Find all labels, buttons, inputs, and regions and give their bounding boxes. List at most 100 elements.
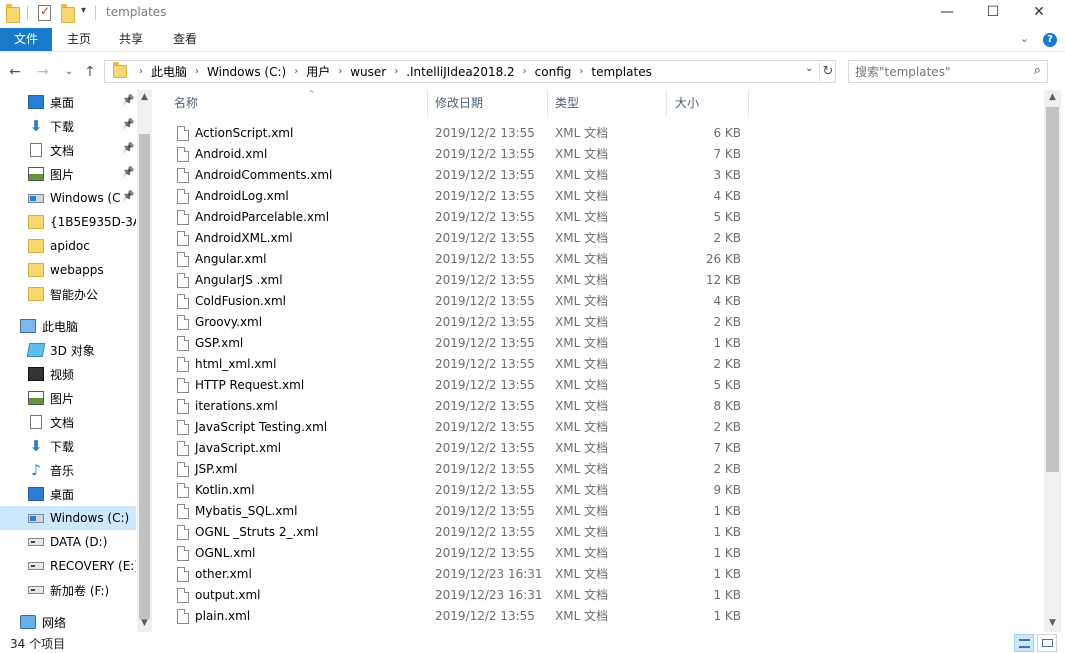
scroll-down-arrow[interactable]: ▼ bbox=[137, 618, 152, 628]
file-row[interactable]: Angular.xml 2019/12/2 13:55 XML 文档 26 KB bbox=[170, 249, 750, 270]
sidebar-item[interactable]: 桌面 bbox=[0, 482, 136, 506]
crumb-templates[interactable]: templates bbox=[587, 65, 655, 79]
file-row[interactable]: HTTP Request.xml 2019/12/2 13:55 XML 文档 5 K… bbox=[170, 375, 750, 396]
file-row[interactable]: AndroidXML.xml 2019/12/2 13:55 XML 文档 2 KB bbox=[170, 228, 750, 249]
file-row[interactable]: Mybatis_SQL.xml 2019/12/2 13:55 XML 文档 1 KB bbox=[170, 501, 750, 522]
tab-home[interactable]: 主页 bbox=[56, 28, 102, 51]
sidebar-item[interactable]: ⬇ 下载 📌 bbox=[0, 114, 136, 138]
details-view-button[interactable] bbox=[1014, 634, 1034, 652]
sidebar-item[interactable]: DATA (D:) bbox=[0, 530, 136, 554]
up-button[interactable]: ↑ bbox=[81, 62, 99, 82]
crumb-windows-c[interactable]: Windows (C:) bbox=[203, 65, 290, 79]
file-row[interactable]: JSP.xml 2019/12/2 13:55 XML 文档 2 KB bbox=[170, 459, 750, 480]
navigation-pane[interactable]: 桌面📌⬇下载📌文档📌图片📌Windows (C📌{1B5E935D-3ACapi… bbox=[0, 90, 152, 632]
sidebar-item[interactable]: ♪ 音乐 bbox=[0, 458, 136, 482]
sidebar-item[interactable]: 此电脑 bbox=[0, 314, 136, 338]
file-row[interactable]: ColdFusion.xml 2019/12/2 13:55 XML 文档 4 KB bbox=[170, 291, 750, 312]
scroll-down-arrow[interactable]: ▼ bbox=[1044, 618, 1061, 628]
file-row[interactable]: other.xml 2019/12/23 16:31 XML 文档 1 KB bbox=[170, 564, 750, 585]
large-icons-view-button[interactable] bbox=[1037, 634, 1057, 652]
breadcrumb-separator[interactable]: › bbox=[390, 66, 402, 77]
sidebar-item[interactable]: 图片 📌 bbox=[0, 162, 136, 186]
file-row[interactable]: AngularJS .xml 2019/12/2 13:55 XML 文档 12 KB bbox=[170, 270, 750, 291]
file-row[interactable]: JavaScript Testing.xml 2019/12/2 13:55 XML… bbox=[170, 417, 750, 438]
search-box[interactable]: ⌕ bbox=[848, 60, 1048, 83]
file-row[interactable]: html_xml.xml 2019/12/2 13:55 XML 文档 2 KB bbox=[170, 354, 750, 375]
address-bar[interactable]: › 此电脑 › Windows (C:) › 用户 › wuser › .Int… bbox=[104, 60, 836, 83]
help-icon[interactable]: ? bbox=[1043, 33, 1057, 47]
quick-access-dropdown-icon[interactable]: ▾ bbox=[81, 5, 86, 21]
breadcrumb-separator[interactable]: › bbox=[334, 66, 346, 77]
file-row[interactable]: Android.xml 2019/12/2 13:55 XML 文档 7 KB bbox=[170, 144, 750, 165]
file-row[interactable]: AndroidComments.xml 2019/12/2 13:55 XML 文档… bbox=[170, 165, 750, 186]
sidebar-item[interactable]: apidoc bbox=[0, 234, 136, 258]
back-button[interactable]: ← bbox=[6, 62, 24, 82]
nav-scrollbar-thumb[interactable] bbox=[139, 134, 150, 619]
file-row[interactable]: AndroidLog.xml 2019/12/2 13:55 XML 文档 4 KB bbox=[170, 186, 750, 207]
new-folder-icon[interactable] bbox=[61, 4, 75, 23]
sidebar-item[interactable]: 图片 bbox=[0, 386, 136, 410]
breadcrumb-separator[interactable]: › bbox=[575, 66, 587, 77]
nav-scrollbar[interactable]: ▲ ▼ bbox=[137, 90, 152, 632]
crumb-users[interactable]: 用户 bbox=[302, 63, 334, 80]
breadcrumb-separator[interactable]: › bbox=[290, 66, 302, 77]
search-icon[interactable]: ⌕ bbox=[1034, 63, 1041, 78]
search-input[interactable] bbox=[855, 64, 1025, 80]
breadcrumb-separator[interactable]: › bbox=[519, 66, 531, 77]
file-row[interactable]: plain.xml 2019/12/2 13:55 XML 文档 1 KB bbox=[170, 606, 750, 627]
file-row[interactable]: Kotlin.xml 2019/12/2 13:55 XML 文档 9 KB bbox=[170, 480, 750, 501]
tab-view[interactable]: 查看 bbox=[162, 28, 208, 51]
scroll-up-arrow[interactable]: ▲ bbox=[137, 92, 152, 102]
crumb-this-pc[interactable]: 此电脑 bbox=[147, 63, 191, 80]
file-row[interactable]: GSP.xml 2019/12/2 13:55 XML 文档 1 KB bbox=[170, 333, 750, 354]
close-button[interactable]: ✕ bbox=[1016, 0, 1062, 26]
column-header-size[interactable]: 大小 bbox=[669, 90, 749, 116]
sidebar-item[interactable]: RECOVERY (E:) bbox=[0, 554, 136, 578]
sidebar-item[interactable]: 文档 📌 bbox=[0, 138, 136, 162]
sidebar-item[interactable]: 新加卷 (F:) bbox=[0, 578, 136, 602]
sidebar-item[interactable]: ⬇ 下载 bbox=[0, 434, 136, 458]
recent-locations-button[interactable]: ⌄ bbox=[60, 62, 78, 82]
tab-file[interactable]: 文件 bbox=[0, 28, 52, 51]
file-row[interactable]: output.xml 2019/12/23 16:31 XML 文档 1 KB bbox=[170, 585, 750, 606]
scroll-up-arrow[interactable]: ▲ bbox=[1044, 92, 1061, 102]
sidebar-item[interactable]: webapps bbox=[0, 258, 136, 282]
file-row[interactable]: OGNL.xml 2019/12/2 13:55 XML 文档 1 KB bbox=[170, 543, 750, 564]
column-header-name[interactable]: ^ 名称 bbox=[168, 90, 428, 116]
minimize-button[interactable]: — bbox=[924, 0, 970, 26]
file-date: 2019/12/2 13:55 bbox=[435, 357, 535, 371]
sidebar-item[interactable]: 网络 bbox=[0, 610, 136, 632]
sidebar-item[interactable]: Windows (C 📌 bbox=[0, 186, 136, 210]
column-header-type[interactable]: 类型 bbox=[549, 90, 667, 116]
file-row[interactable]: AndroidParcelable.xml 2019/12/2 13:55 XML … bbox=[170, 207, 750, 228]
file-row[interactable]: Groovy.xml 2019/12/2 13:55 XML 文档 2 KB bbox=[170, 312, 750, 333]
maximize-button[interactable]: ☐ bbox=[970, 0, 1016, 26]
expand-ribbon-icon[interactable]: ⌄ bbox=[1020, 32, 1029, 45]
file-row[interactable]: OGNL _Struts 2_.xml 2019/12/2 13:55 XML 文档… bbox=[170, 522, 750, 543]
crumb-intellij[interactable]: .IntelliJIdea2018.2 bbox=[402, 65, 518, 79]
sidebar-item[interactable]: 文档 bbox=[0, 410, 136, 434]
sidebar-item[interactable]: 桌面 📌 bbox=[0, 90, 136, 114]
forward-button[interactable]: → bbox=[34, 62, 52, 82]
file-row[interactable]: iterations.xml 2019/12/2 13:55 XML 文档 8 KB bbox=[170, 396, 750, 417]
file-row[interactable]: ActionScript.xml 2019/12/2 13:55 XML 文档 6 K… bbox=[170, 123, 750, 144]
sidebar-item[interactable]: 视频 bbox=[0, 362, 136, 386]
breadcrumb-separator[interactable]: › bbox=[135, 66, 147, 77]
file-list-scrollbar-thumb[interactable] bbox=[1046, 107, 1059, 472]
crumb-config[interactable]: config bbox=[531, 65, 576, 79]
file-list-scrollbar[interactable]: ▲ ▼ bbox=[1044, 90, 1061, 632]
file-list[interactable]: ^ 名称 修改日期 类型 大小 ActionScript.xml 2019/12/… bbox=[154, 90, 1044, 632]
tab-share[interactable]: 共享 bbox=[108, 28, 154, 51]
sidebar-item[interactable]: 3D 对象 bbox=[0, 338, 136, 362]
file-row[interactable]: JavaScript.xml 2019/12/2 13:55 XML 文档 7 KB bbox=[170, 438, 750, 459]
file-date: 2019/12/2 13:55 bbox=[435, 546, 535, 560]
sidebar-item[interactable]: {1B5E935D-3AC bbox=[0, 210, 136, 234]
sidebar-item[interactable]: 智能办公 bbox=[0, 282, 136, 306]
crumb-wuser[interactable]: wuser bbox=[346, 65, 390, 79]
address-dropdown-icon[interactable]: ⌄ bbox=[805, 63, 813, 74]
breadcrumb-separator[interactable]: › bbox=[191, 66, 203, 77]
refresh-button[interactable]: ↻ bbox=[819, 61, 836, 82]
sidebar-item[interactable]: Windows (C:) bbox=[0, 506, 136, 530]
properties-icon[interactable] bbox=[38, 4, 51, 21]
column-header-date[interactable]: 修改日期 bbox=[429, 90, 548, 116]
